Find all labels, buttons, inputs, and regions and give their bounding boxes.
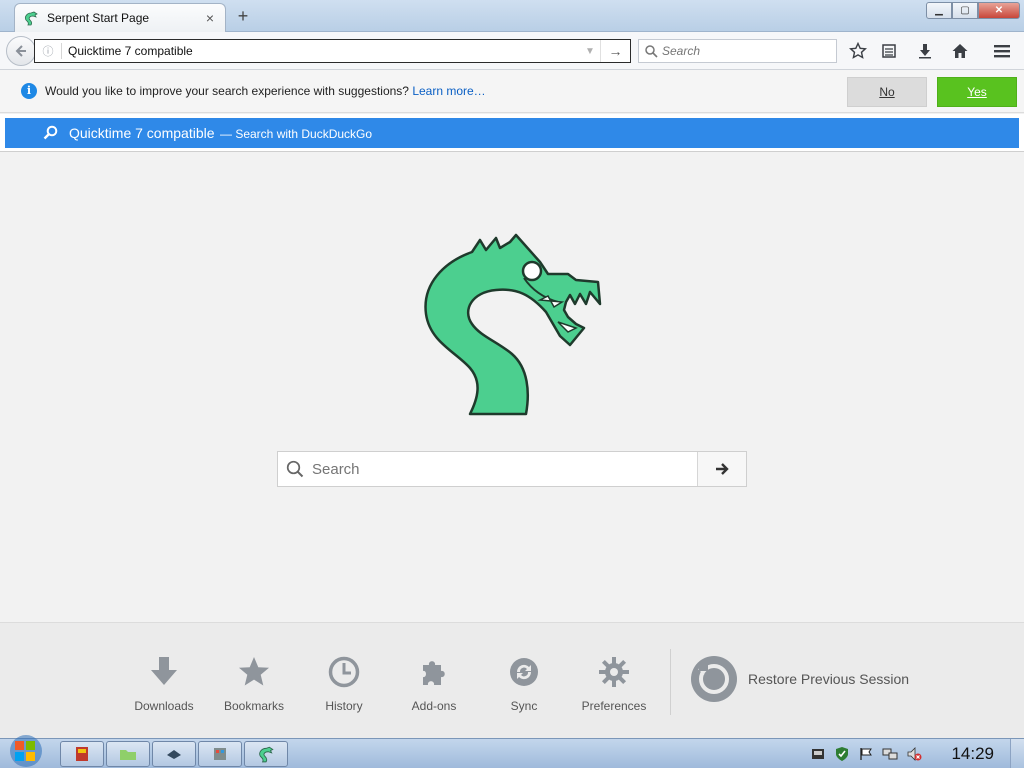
app-icon xyxy=(167,750,181,759)
learn-more-link[interactable]: Learn more… xyxy=(412,84,485,98)
launcher-addons[interactable]: Add-ons xyxy=(389,651,479,713)
sync-icon xyxy=(510,658,538,686)
restore-session-button[interactable]: Restore Previous Session xyxy=(690,655,909,703)
gear-icon xyxy=(599,657,629,687)
maximize-button[interactable]: ▢ xyxy=(952,2,978,19)
start-button[interactable] xyxy=(4,733,48,768)
show-desktop-button[interactable] xyxy=(1010,739,1024,768)
window-controls: ▁ ▢ ✕ xyxy=(926,2,1020,19)
action-center-flag-icon[interactable] xyxy=(856,744,876,764)
launcher-sync[interactable]: Sync xyxy=(479,651,569,713)
windows-logo-icon xyxy=(10,735,42,767)
security-shield-icon[interactable] xyxy=(832,744,852,764)
no-button[interactable]: No xyxy=(847,77,927,107)
bookmarks-menu-icon[interactable] xyxy=(878,40,900,62)
new-tab-button[interactable]: + xyxy=(233,6,253,26)
back-arrow-icon xyxy=(15,45,26,57)
taskbar-clock[interactable]: 14:29 xyxy=(951,744,994,764)
keyboard-icon[interactable] xyxy=(808,744,828,764)
notification-message: Would you like to improve your search ex… xyxy=(45,84,486,98)
launcher-label: History xyxy=(325,699,363,713)
folder-icon xyxy=(120,750,136,760)
star-icon xyxy=(239,657,269,686)
tab-strip: Serpent Start Page × + ▁ ▢ ✕ xyxy=(0,0,1024,32)
taskbar-app-3[interactable] xyxy=(152,741,196,767)
url-autocomplete-popup: Quicktime 7 compatible — Search with Duc… xyxy=(0,114,1024,152)
page-search-box[interactable] xyxy=(277,451,747,487)
arrow-right-icon xyxy=(716,463,729,475)
launcher-label: Preferences xyxy=(581,699,647,713)
network-icon[interactable] xyxy=(880,744,900,764)
go-arrow-icon[interactable]: → xyxy=(600,40,630,62)
page-search-icon xyxy=(278,460,312,478)
minimize-button[interactable]: ▁ xyxy=(926,2,952,19)
serpent-icon xyxy=(259,746,274,763)
yes-button[interactable]: Yes xyxy=(937,77,1017,107)
taskbar-app-1[interactable] xyxy=(60,741,104,767)
navigation-toolbar: ⓘ ▼ → xyxy=(0,32,1024,70)
restore-session-label: Restore Previous Session xyxy=(748,671,910,687)
launcher-label: Sync xyxy=(510,699,538,713)
tab-title: Serpent Start Page xyxy=(47,11,150,25)
url-bar[interactable]: ⓘ ▼ → xyxy=(34,39,631,63)
download-icon xyxy=(151,657,177,685)
launcher-bookmarks[interactable]: Bookmarks xyxy=(209,651,299,713)
tab-close-icon[interactable]: × xyxy=(203,11,217,25)
page-search-input[interactable] xyxy=(312,460,697,478)
url-separator xyxy=(61,43,62,59)
clock-icon xyxy=(328,656,360,688)
url-input[interactable] xyxy=(68,44,580,58)
search-input[interactable] xyxy=(662,44,836,58)
taskbar-browser[interactable] xyxy=(244,741,288,767)
suggestion-query: Quicktime 7 compatible xyxy=(69,125,215,141)
puzzle-icon xyxy=(423,661,445,685)
launcher-bar: Downloads Bookmarks History Add-ons Sync… xyxy=(0,622,1024,738)
launcher-label: Bookmarks xyxy=(223,699,285,713)
launcher-downloads[interactable]: Downloads xyxy=(119,651,209,713)
home-icon[interactable] xyxy=(949,40,971,62)
taskbar-app-4[interactable] xyxy=(198,741,242,767)
tab-serpent-start-page[interactable]: Serpent Start Page × xyxy=(14,3,226,32)
serpent-logo xyxy=(424,233,602,416)
serpent-icon xyxy=(24,11,38,26)
notification-text: Would you like to improve your search ex… xyxy=(45,84,409,98)
volume-muted-icon[interactable] xyxy=(904,744,924,764)
restore-session-icon xyxy=(691,656,737,702)
info-icon: i xyxy=(21,83,37,99)
site-info-icon[interactable]: ⓘ xyxy=(35,43,61,59)
taskbar-app-2[interactable] xyxy=(106,741,150,767)
launcher-history[interactable]: History xyxy=(299,651,389,713)
menu-hamburger-icon[interactable] xyxy=(991,40,1013,62)
search-icon xyxy=(645,44,658,58)
search-icon xyxy=(43,125,58,140)
history-dropdown-icon[interactable]: ▼ xyxy=(580,46,600,57)
app-icon xyxy=(76,747,88,761)
search-bar[interactable] xyxy=(638,39,837,63)
back-button[interactable] xyxy=(6,36,36,66)
launcher-label: Add-ons xyxy=(411,699,457,713)
search-suggestion-row[interactable]: Quicktime 7 compatible — Search with Duc… xyxy=(5,118,1019,148)
app-icon xyxy=(214,748,226,760)
downloads-icon[interactable] xyxy=(914,40,936,62)
launcher-label: Downloads xyxy=(134,699,194,713)
launcher-divider xyxy=(670,649,671,715)
bookmark-star-icon[interactable] xyxy=(847,40,869,62)
start-page-content xyxy=(0,152,1024,622)
page-search-submit-button[interactable] xyxy=(697,452,746,486)
launcher-preferences[interactable]: Preferences xyxy=(569,651,659,713)
suggestion-engine: — Search with DuckDuckGo xyxy=(220,127,373,141)
window-close-button[interactable]: ✕ xyxy=(978,2,1020,19)
windows-taskbar: 14:29 xyxy=(0,735,1024,768)
